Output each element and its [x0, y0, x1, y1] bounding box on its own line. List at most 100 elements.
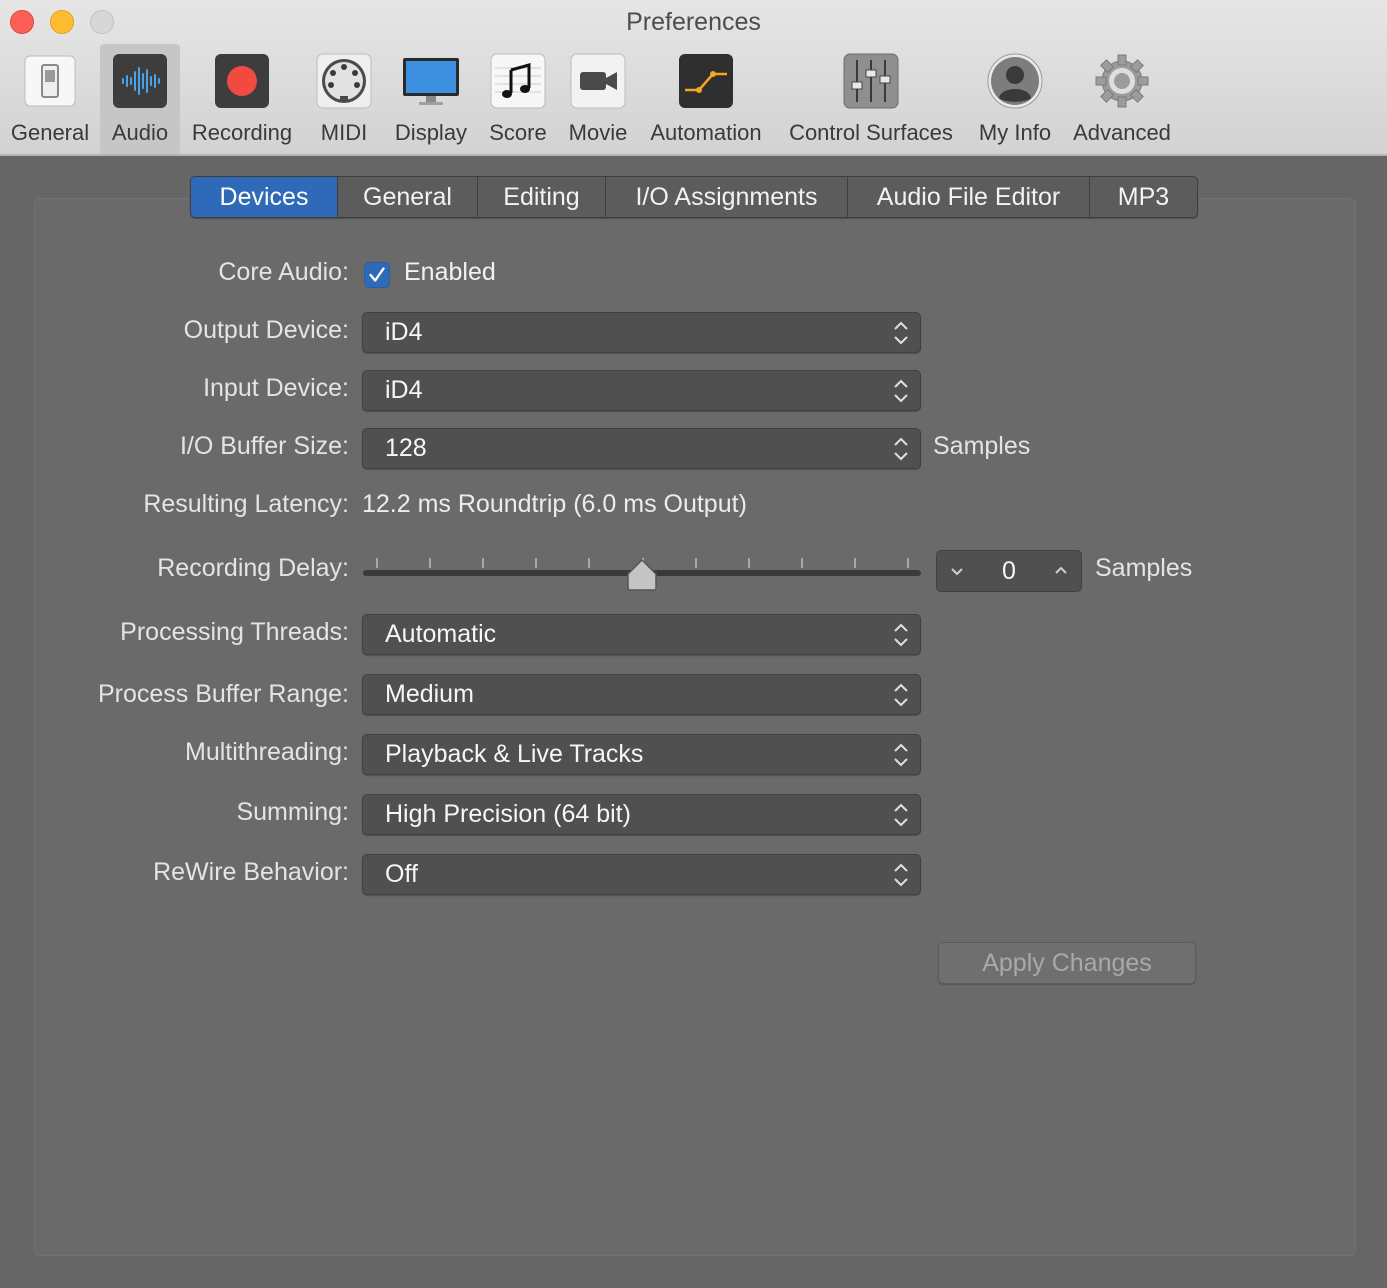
toolbar-item-advanced[interactable]: Advanced — [1066, 44, 1178, 154]
monitor-icon — [403, 58, 459, 105]
updown-arrows-icon — [894, 623, 908, 647]
processing-threads-label: Processing Threads: — [120, 618, 349, 646]
recording-delay-unit: Samples — [1095, 554, 1193, 582]
toolbar-item-recording[interactable]: Recording — [184, 44, 300, 154]
slider-tick — [695, 558, 697, 568]
chevron-down-icon[interactable] — [947, 561, 967, 581]
toolbar-item-my-info[interactable]: My Info — [970, 44, 1060, 154]
latency-label: Resulting Latency: — [143, 490, 349, 518]
summing-popup[interactable]: High Precision (64 bit) — [362, 794, 921, 835]
input-device-label: Input Device: — [203, 374, 349, 402]
output-device-value: iD4 — [385, 318, 423, 346]
processing-threads-popup[interactable]: Automatic — [362, 614, 921, 655]
automation-curve-icon — [679, 54, 733, 108]
tab-mp3[interactable]: MP3 — [1090, 177, 1197, 217]
toolbar-label-score: Score — [489, 120, 547, 145]
faders-icon — [843, 53, 899, 109]
rewire-popup[interactable]: Off — [362, 854, 921, 895]
toolbar-label-audio: Audio — [111, 120, 169, 145]
toolbar-label-automation: Automation — [650, 120, 762, 145]
toolbar-item-control-surfaces[interactable]: Control Surfaces — [780, 44, 962, 154]
process-buffer-range-popup[interactable]: Medium — [362, 674, 921, 715]
slider-tick — [376, 558, 378, 568]
toolbar-label-general: General — [10, 120, 90, 145]
core-audio-label: Core Audio: — [218, 258, 349, 286]
tab-general[interactable]: General — [338, 177, 478, 217]
toolbar-label-control-surfaces: Control Surfaces — [789, 120, 953, 145]
rewire-value: Off — [385, 860, 418, 888]
updown-arrows-icon — [894, 437, 908, 461]
tab-io-assignments[interactable]: I/O Assignments — [606, 177, 848, 217]
slider-tick — [907, 558, 909, 568]
music-note-icon — [490, 53, 546, 109]
processing-threads-value: Automatic — [385, 620, 497, 648]
switch-icon — [24, 55, 76, 107]
updown-arrows-icon — [894, 863, 908, 887]
tab-devices[interactable]: Devices — [191, 177, 338, 217]
updown-arrows-icon — [894, 379, 908, 403]
toolbar-label-display: Display — [394, 120, 468, 145]
toolbar-item-score[interactable]: Score — [482, 44, 554, 154]
toolbar-label-movie: Movie — [568, 120, 628, 145]
window-title: Preferences — [626, 8, 761, 36]
slider-tick — [588, 558, 590, 568]
slider-tick — [535, 558, 537, 568]
core-audio-enabled-label: Enabled — [404, 258, 496, 286]
input-device-popup[interactable]: iD4 — [362, 370, 921, 411]
rewire-label: ReWire Behavior: — [153, 858, 349, 886]
input-device-value: iD4 — [385, 376, 423, 404]
latency-value: 12.2 ms Roundtrip (6.0 ms Output) — [362, 490, 747, 518]
io-buffer-value: 128 — [385, 434, 427, 462]
slider-tick — [482, 558, 484, 568]
video-camera-icon — [570, 53, 626, 109]
multithreading-popup[interactable]: Playback & Live Tracks — [362, 734, 921, 775]
multithreading-value: Playback & Live Tracks — [385, 740, 644, 768]
slider-tick — [429, 558, 431, 568]
recording-delay-value[interactable]: 0 — [977, 551, 1041, 591]
toolbar-item-audio[interactable]: Audio — [100, 44, 180, 154]
output-device-popup[interactable]: iD4 — [362, 312, 921, 353]
tab-audio-file-editor[interactable]: Audio File Editor — [848, 177, 1090, 217]
content-panel — [34, 198, 1356, 1256]
record-icon — [215, 54, 269, 108]
checkmark-icon — [369, 267, 385, 282]
audio-tab-bar: Devices General Editing I/O Assignments … — [190, 176, 1198, 218]
io-buffer-popup[interactable]: 128 — [362, 428, 921, 469]
updown-arrows-icon — [894, 683, 908, 707]
toolbar-label-recording: Recording — [191, 120, 293, 145]
slider-tick — [854, 558, 856, 568]
updown-arrows-icon — [894, 321, 908, 345]
midi-connector-icon — [316, 53, 372, 109]
io-buffer-label: I/O Buffer Size: — [179, 432, 349, 460]
toolbar-item-midi[interactable]: MIDI — [310, 44, 378, 154]
io-buffer-unit: Samples — [933, 432, 1031, 460]
apply-changes-button[interactable]: Apply Changes — [938, 942, 1196, 984]
window-titlebar: Preferences General Audio Recording MIDI… — [0, 0, 1387, 156]
user-icon — [987, 53, 1043, 109]
toolbar-item-display[interactable]: Display — [388, 44, 474, 154]
recording-delay-slider-knob[interactable] — [626, 558, 658, 592]
slider-tick — [748, 558, 750, 568]
recording-delay-stepper[interactable]: 0 — [936, 550, 1082, 592]
tab-editing[interactable]: Editing — [478, 177, 606, 217]
toolbar-item-general[interactable]: General — [2, 44, 98, 154]
toolbar-label-my-info: My Info — [978, 120, 1052, 145]
summing-value: High Precision (64 bit) — [385, 800, 631, 828]
multithreading-label: Multithreading: — [185, 738, 349, 766]
slider-tick — [801, 558, 803, 568]
recording-delay-label: Recording Delay: — [157, 554, 349, 582]
chevron-up-icon[interactable] — [1051, 561, 1071, 581]
process-buffer-range-label: Process Buffer Range: — [97, 680, 349, 708]
summing-label: Summing: — [236, 798, 349, 826]
updown-arrows-icon — [894, 803, 908, 827]
gear-icon — [1095, 54, 1149, 108]
process-buffer-range-value: Medium — [385, 680, 474, 708]
toolbar-label-midi: MIDI — [320, 120, 368, 145]
toolbar-item-automation[interactable]: Automation — [642, 44, 770, 154]
toolbar-item-movie[interactable]: Movie — [562, 44, 634, 154]
toolbar-label-advanced: Advanced — [1073, 120, 1171, 145]
output-device-label: Output Device: — [183, 316, 349, 344]
updown-arrows-icon — [894, 743, 908, 767]
waveform-icon — [113, 54, 167, 108]
core-audio-checkbox[interactable] — [364, 262, 390, 288]
